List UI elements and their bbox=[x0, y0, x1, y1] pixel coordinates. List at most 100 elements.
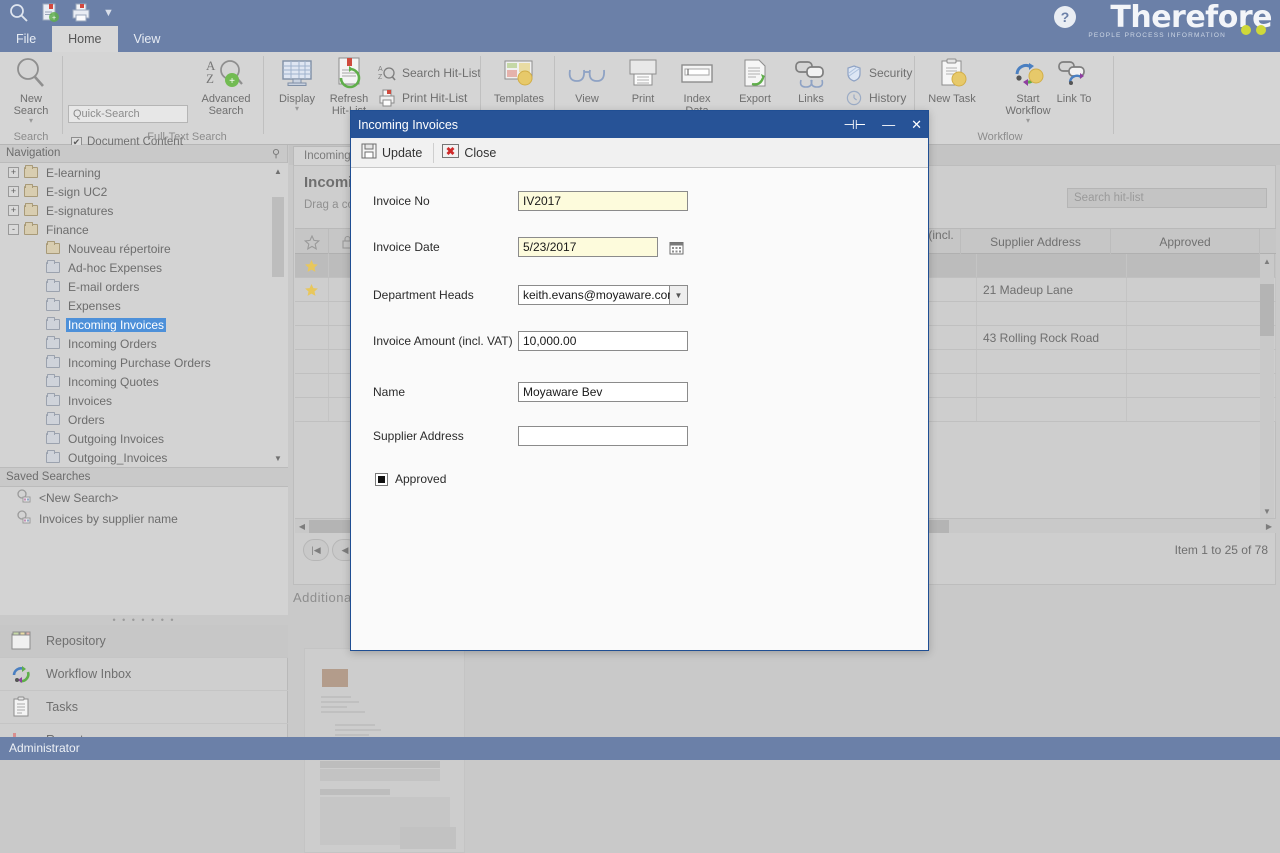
brand-dots bbox=[1241, 25, 1266, 35]
history-button[interactable]: History bbox=[845, 89, 906, 107]
search-icon[interactable] bbox=[8, 2, 30, 24]
nav-tree-item[interactable]: -Finance bbox=[0, 220, 288, 239]
scroll-down-icon[interactable]: ▼ bbox=[1260, 504, 1274, 518]
customize-dropdown-icon[interactable]: ▼ bbox=[103, 7, 114, 19]
nav-tree-item[interactable]: +E-signatures bbox=[0, 201, 288, 220]
close-button[interactable]: ✖ Close bbox=[440, 141, 505, 165]
scroll-up-icon[interactable]: ▲ bbox=[1260, 254, 1274, 268]
calendar-icon[interactable] bbox=[669, 240, 684, 255]
scrollbar-thumb[interactable] bbox=[1260, 284, 1274, 336]
supplier-address-input[interactable] bbox=[518, 426, 688, 446]
nav-tree-item[interactable]: E-mail orders bbox=[0, 277, 288, 296]
collapse-icon[interactable]: - bbox=[8, 224, 19, 235]
scrollbar-thumb[interactable] bbox=[272, 197, 284, 277]
link-to-button[interactable]: Link To bbox=[1042, 56, 1106, 105]
search-hitlist-input[interactable]: Search hit-list bbox=[1067, 188, 1267, 208]
expand-icon[interactable]: + bbox=[8, 186, 19, 197]
scroll-left-icon[interactable]: ◀ bbox=[295, 522, 309, 531]
grid-header-supplier-address[interactable]: Supplier Address bbox=[961, 229, 1111, 255]
minimize-icon[interactable]: — bbox=[882, 118, 895, 131]
saved-search-item[interactable]: Invoices by supplier name bbox=[0, 508, 288, 529]
nav-tree-item[interactable]: Invoices bbox=[0, 391, 288, 410]
print-icon[interactable] bbox=[70, 2, 92, 24]
grid-header-favorite[interactable] bbox=[295, 229, 329, 255]
close-red-icon: ✖ bbox=[442, 144, 459, 161]
menu-tab-strip: File Home View bbox=[0, 26, 176, 52]
row-favorite-star-icon[interactable] bbox=[295, 398, 329, 421]
tab-home[interactable]: Home bbox=[52, 26, 117, 52]
save-document-icon[interactable]: + bbox=[39, 2, 61, 24]
field-approved[interactable]: Approved bbox=[375, 472, 446, 486]
links-button[interactable]: Links bbox=[780, 56, 842, 105]
nav-tree-item[interactable]: Incoming Purchase Orders bbox=[0, 353, 288, 372]
nav-tree-item[interactable]: Ad-hoc Expenses bbox=[0, 258, 288, 277]
row-favorite-star-icon[interactable] bbox=[295, 302, 329, 325]
tab-view[interactable]: View bbox=[118, 26, 177, 52]
chevron-down-icon[interactable]: ▼ bbox=[670, 285, 688, 305]
scroll-right-icon[interactable]: ▶ bbox=[1262, 522, 1276, 531]
nav-tree-item[interactable]: Incoming Quotes bbox=[0, 372, 288, 391]
scroll-up-icon[interactable]: ▲ bbox=[272, 165, 284, 178]
scroll-down-icon[interactable]: ▼ bbox=[272, 452, 284, 465]
navigation-scrollbar[interactable]: ▲ ▼ bbox=[272, 165, 284, 465]
nav-tree-item[interactable]: Expenses bbox=[0, 296, 288, 315]
chevron-down-icon[interactable]: ▾ bbox=[992, 117, 1064, 125]
saved-search-item[interactable]: <New Search> bbox=[0, 487, 288, 508]
grid-header-approved[interactable]: Approved bbox=[1111, 229, 1260, 255]
row-favorite-star-icon[interactable] bbox=[295, 278, 329, 301]
export-button[interactable]: Export bbox=[724, 56, 786, 105]
row-supplier-address-cell bbox=[977, 398, 1127, 421]
nav-tree-item[interactable]: Incoming Orders bbox=[0, 334, 288, 353]
nav-button-workflow-inbox[interactable]: Workflow Inbox bbox=[0, 658, 288, 691]
nav-tree-item[interactable]: Outgoing_Invoices bbox=[0, 448, 288, 467]
dialog-title-bar[interactable]: Incoming Invoices ⊣⊢ — ✕ bbox=[351, 111, 928, 138]
grid-vertical-scrollbar[interactable]: ▲ ▼ bbox=[1260, 254, 1274, 518]
saved-search-icon bbox=[16, 510, 32, 528]
print-hitlist-button[interactable]: Print Hit-List bbox=[378, 89, 467, 107]
row-favorite-star-icon[interactable] bbox=[295, 254, 329, 277]
search-hitlist-button[interactable]: AZ Search Hit-List bbox=[378, 64, 481, 82]
security-button[interactable]: Security bbox=[845, 64, 912, 82]
pin-icon[interactable]: ⚲ bbox=[272, 147, 280, 160]
checkbox-approved[interactable] bbox=[375, 473, 388, 486]
nav-tree-item[interactable]: +E-sign UC2 bbox=[0, 182, 288, 201]
chevron-down-icon[interactable]: ▾ bbox=[0, 117, 62, 125]
row-favorite-star-icon[interactable] bbox=[295, 374, 329, 397]
nav-tree-item[interactable]: +E-learning bbox=[0, 163, 288, 182]
nav-tree-item[interactable]: Orders bbox=[0, 410, 288, 429]
invoice-date-input[interactable]: 5/23/2017 bbox=[518, 237, 658, 257]
nav-tree-item[interactable]: Outgoing Invoices bbox=[0, 429, 288, 448]
row-favorite-star-icon[interactable] bbox=[295, 350, 329, 373]
nav-button-repository[interactable]: Repository bbox=[0, 625, 288, 658]
panel-resize-gripper[interactable]: • • • • • • • bbox=[0, 615, 288, 625]
link-to-icon bbox=[1042, 56, 1106, 90]
links-icon bbox=[780, 56, 842, 90]
row-favorite-star-icon[interactable] bbox=[295, 326, 329, 349]
expand-icon[interactable]: + bbox=[8, 205, 19, 216]
nav-button-tasks[interactable]: Tasks bbox=[0, 691, 288, 724]
index-data-button[interactable]: Index Data bbox=[666, 56, 728, 117]
name-input[interactable]: Moyaware Bev bbox=[518, 382, 688, 402]
department-heads-combo[interactable]: keith.evans@moyaware.com ▼ bbox=[518, 285, 688, 305]
help-button[interactable]: ? bbox=[1054, 6, 1076, 28]
quick-search-input[interactable]: Quick-Search bbox=[68, 105, 188, 123]
first-page-button[interactable]: |◀ bbox=[303, 539, 329, 561]
invoice-no-input[interactable]: IV2017 bbox=[518, 191, 688, 211]
row-supplier-address-cell bbox=[977, 302, 1127, 325]
new-search-button[interactable]: New Search ▾ bbox=[0, 56, 62, 125]
tab-file[interactable]: File bbox=[0, 26, 52, 52]
nav-tree-item[interactable]: Incoming Invoices bbox=[0, 315, 288, 334]
advanced-search-button[interactable]: AZ+ Advanced Search bbox=[193, 56, 259, 117]
templates-button[interactable]: Templates bbox=[487, 56, 551, 105]
restore-icon[interactable]: ⊣⊢ bbox=[843, 118, 866, 131]
refresh-hitlist-button[interactable]: Refresh Hit-List bbox=[318, 56, 380, 117]
nav-tree-item[interactable]: Nouveau répertoire bbox=[0, 239, 288, 258]
print-button[interactable]: Print bbox=[612, 56, 674, 105]
close-icon[interactable]: ✕ bbox=[911, 118, 922, 131]
update-button[interactable]: Update bbox=[359, 141, 431, 165]
expand-icon[interactable]: + bbox=[8, 167, 19, 178]
new-task-button[interactable]: New Task bbox=[916, 56, 988, 105]
department-heads-value[interactable]: keith.evans@moyaware.com bbox=[518, 285, 670, 305]
invoice-amount-input[interactable]: 10,000.00 bbox=[518, 331, 688, 351]
view-button[interactable]: View bbox=[556, 56, 618, 105]
